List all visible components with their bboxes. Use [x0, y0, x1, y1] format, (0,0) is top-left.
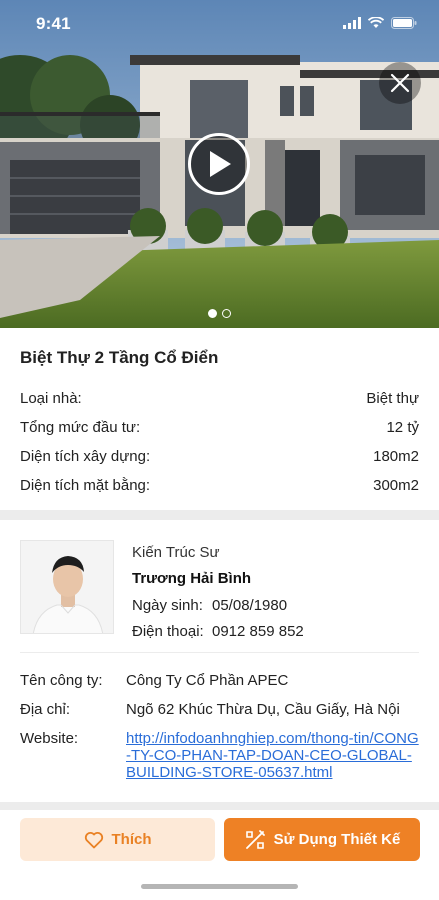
company-name-value: Công Ty Cổ Phần APEC [126, 672, 289, 689]
divider [20, 652, 419, 653]
company-name-row: Tên công ty: Công Ty Cổ Phần APEC [20, 672, 420, 690]
spec-value: Biệt thự [366, 390, 419, 407]
architect-photo [21, 541, 113, 633]
wifi-icon [368, 17, 384, 28]
architect-phone-row: Điện thoại: 0912 859 852 [132, 619, 304, 645]
heart-icon [84, 831, 103, 848]
architect-card: Kiến Trúc Sư Trương Hải Bình Ngày sinh: … [0, 520, 439, 802]
design-tools-icon [245, 829, 265, 849]
spec-row: Diện tích xây dựng: 180m2 [20, 442, 419, 471]
carousel-dot-active[interactable] [208, 309, 217, 318]
play-icon [210, 151, 231, 177]
company-address-row: Địa chỉ: Ngõ 62 Khúc Thừa Dụ, Cầu Giấy, … [20, 701, 420, 719]
carousel-indicator [0, 309, 439, 318]
property-title: Biệt Thự 2 Tầng Cổ Điển [20, 348, 219, 367]
company-website-row: Website: http://infodoanhnghiep.com/thon… [20, 730, 420, 781]
architect-avatar [20, 540, 114, 634]
carousel-dot[interactable] [222, 309, 231, 318]
spec-row: Tổng mức đầu tư: 12 tỷ [20, 413, 419, 442]
home-indicator[interactable] [141, 884, 298, 889]
company-address-value: Ngõ 62 Khúc Thừa Dụ, Cầu Giấy, Hà Nội [126, 701, 400, 718]
signal-icon [343, 17, 361, 29]
spec-label: Loại nhà: [20, 390, 82, 407]
spec-label: Tổng mức đầu tư: [20, 419, 141, 436]
spec-row: Loại nhà: Biệt thự [20, 384, 419, 413]
like-button[interactable]: Thích [20, 818, 215, 861]
company-website-label: Website: [20, 730, 79, 747]
battery-icon [391, 17, 417, 29]
play-video-button[interactable] [188, 133, 250, 195]
status-bar: 9:41 [0, 0, 439, 44]
hero-media[interactable]: 9:41 [0, 0, 439, 328]
spec-value: 300m2 [373, 477, 419, 494]
spec-label: Diện tích xây dựng: [20, 448, 151, 465]
spec-label: Diện tích mặt bằng: [20, 477, 151, 494]
status-time: 9:41 [36, 14, 71, 33]
property-info-card: Biệt Thự 2 Tầng Cổ Điển Loại nhà: Biệt th… [0, 328, 439, 510]
company-website-link[interactable]: http://infodoanhnghiep.com/thong-tin/CON… [126, 730, 420, 781]
status-icons [343, 17, 417, 29]
close-icon [390, 73, 410, 93]
phone-value[interactable]: 0912 859 852 [212, 619, 304, 645]
spec-list: Loại nhà: Biệt thự Tổng mức đầu tư: 12 tỷ Di… [20, 384, 419, 500]
spec-row: Diện tích mặt bằng: 300m2 [20, 471, 419, 500]
like-label: Thích [111, 831, 152, 848]
use-design-button[interactable]: Sử Dụng Thiết Kế [224, 818, 420, 861]
architect-role: Kiến Trúc Sư [132, 544, 220, 561]
company-name-label: Tên công ty: [20, 672, 103, 689]
use-design-label: Sử Dụng Thiết Kế [273, 831, 401, 848]
architect-birth-row: Ngày sinh: 05/08/1980 [132, 593, 304, 619]
architect-name: Trương Hải Bình [132, 570, 252, 587]
phone-label: Điện thoại: [132, 623, 204, 640]
birth-value: 05/08/1980 [212, 597, 288, 614]
spec-value: 180m2 [373, 448, 419, 465]
spec-value: 12 tỷ [386, 419, 419, 436]
close-button[interactable] [379, 62, 421, 104]
bottom-action-bar: Thích Sử Dụng Thiết Kế [0, 810, 439, 900]
company-info: Tên công ty: Công Ty Cổ Phần APEC Địa ch… [20, 672, 420, 792]
birth-label: Ngày sinh: [132, 597, 203, 614]
company-address-label: Địa chỉ: [20, 701, 71, 718]
